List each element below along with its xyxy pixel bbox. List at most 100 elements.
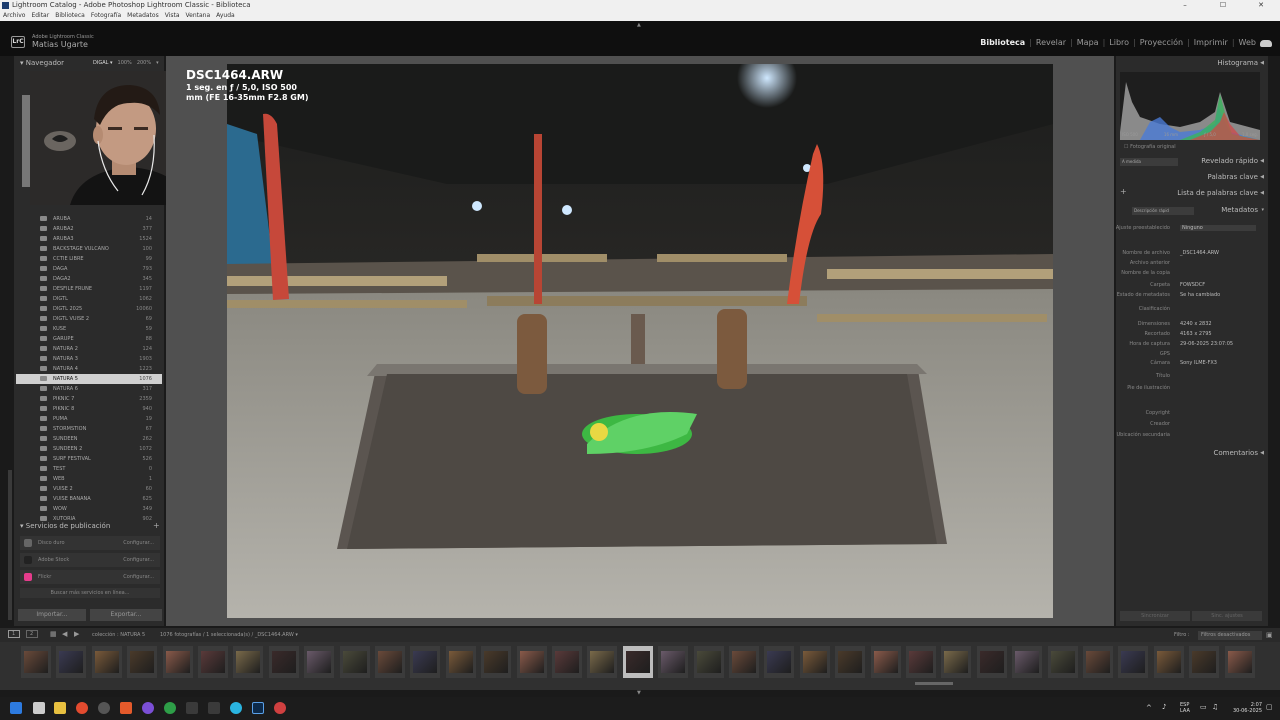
import-button[interactable]: Importar...	[18, 609, 86, 621]
menu-vista[interactable]: Vista	[165, 11, 180, 21]
folder-item[interactable]: NATURA 3 1903	[16, 354, 162, 364]
folder-item[interactable]: DIGTL VUISE 2 69	[16, 314, 162, 324]
filmstrip-scrollbar[interactable]	[915, 682, 953, 685]
folder-item[interactable]: STORMSTION 67	[16, 424, 162, 434]
menu-archivo[interactable]: Archivo	[3, 11, 25, 21]
app-icon-8[interactable]	[186, 702, 198, 714]
app-icon-12[interactable]	[274, 702, 286, 714]
folder-item[interactable]: NATURA 4 1223	[16, 364, 162, 374]
folder-item[interactable]: VUISE BANANA 625	[16, 494, 162, 504]
configure-link[interactable]: Configurar...	[123, 557, 154, 563]
module-imprimir[interactable]: Imprimir	[1194, 38, 1228, 47]
folder-item[interactable]: BACKSTAGE VULCANO 100	[16, 244, 162, 254]
menu-metadatos[interactable]: Metadatos	[127, 11, 159, 21]
folder-item[interactable]: NATURA 6 317	[16, 384, 162, 394]
filmstrip-thumbnail[interactable]	[445, 646, 476, 678]
folder-item[interactable]: PIKNIC 8 940	[16, 404, 162, 414]
folder-item[interactable]: DAGA2 345	[16, 274, 162, 284]
cloud-sync-icon[interactable]	[1260, 40, 1272, 47]
filmstrip-thumbnail[interactable]	[162, 646, 193, 678]
histogram-header[interactable]: Histograma	[1217, 59, 1258, 67]
zoom-more-option[interactable]: ▾	[156, 60, 159, 66]
filmstrip-thumbnail[interactable]	[799, 646, 830, 678]
network-icon[interactable]: ▭	[1200, 703, 1207, 711]
menu-biblioteca[interactable]: Biblioteca	[55, 11, 85, 21]
filmstrip-thumbnail[interactable]	[764, 646, 795, 678]
module-mapa[interactable]: Mapa	[1077, 38, 1099, 47]
metadata-value[interactable]: Sony ILME-FX3	[1180, 360, 1217, 366]
sync-metadata-button[interactable]: Sincronizar	[1120, 611, 1190, 621]
add-keyword-icon[interactable]: +	[1120, 187, 1127, 196]
filmstrip-thumbnail[interactable]	[941, 646, 972, 678]
grid-view-icon[interactable]: ▦	[50, 630, 57, 638]
filmstrip-thumbnail[interactable]	[976, 646, 1007, 678]
folder-item[interactable]: ARUBA 14	[16, 214, 162, 224]
collapse-triangle-icon[interactable]: ◀	[1260, 190, 1264, 196]
filmstrip-thumbnail[interactable]	[233, 646, 264, 678]
zoom-100-option[interactable]: 100%	[118, 60, 132, 66]
collapse-bottom-arrow-icon[interactable]: ▼	[637, 690, 641, 696]
publish-services-header[interactable]: ▾ Servicios de publicación	[20, 522, 110, 530]
keyword-list-header[interactable]: Lista de palabras clave	[1177, 189, 1258, 197]
previous-arrow-icon[interactable]: ◀	[62, 630, 67, 638]
lightroom-taskbar-icon[interactable]	[252, 702, 264, 714]
find-more-services-button[interactable]: Buscar más servicios en línea...	[20, 588, 160, 598]
brave-icon[interactable]	[120, 702, 132, 714]
publish-service-item[interactable]: Flickr Configurar...	[20, 570, 160, 584]
filmstrip-thumbnail[interactable]	[835, 646, 866, 678]
file-explorer-icon[interactable]	[54, 702, 66, 714]
filmstrip-thumbnail[interactable]	[198, 646, 228, 678]
menu-ventana[interactable]: Ventana	[186, 11, 211, 21]
menu-fotografia[interactable]: Fotografía	[91, 11, 121, 21]
folder-item[interactable]: DIGTL 2025 10060	[16, 304, 162, 314]
zoom-fit-option[interactable]: DIGAL ▾	[93, 60, 113, 66]
collapse-triangle-icon[interactable]: ◀	[1260, 158, 1264, 164]
language-indicator[interactable]: ESP LAA	[1180, 702, 1190, 714]
volume-icon[interactable]: ♫	[1212, 703, 1218, 711]
filter-select[interactable]: Filtros desactivados	[1198, 631, 1262, 640]
menu-ayuda[interactable]: Ayuda	[216, 11, 235, 21]
filmstrip-thumbnail[interactable]	[906, 646, 936, 678]
menu-editar[interactable]: Editar	[31, 11, 49, 21]
filter-lock-icon[interactable]: ▣	[1266, 631, 1273, 639]
metadata-value[interactable]: Se ha cambiado	[1180, 292, 1220, 298]
filmstrip-thumbnail[interactable]	[1083, 646, 1113, 678]
close-button[interactable]: ✕	[1242, 0, 1280, 11]
filmstrip-thumbnail[interactable]	[21, 646, 51, 678]
filmstrip-thumbnail[interactable]	[91, 646, 122, 678]
chrome-icon[interactable]	[76, 702, 88, 714]
original-photo-checkbox[interactable]: ☐ Fotografía original	[1124, 144, 1176, 150]
app-icon-4[interactable]	[98, 702, 110, 714]
folder-item[interactable]: PUMA 19	[16, 414, 162, 424]
configure-link[interactable]: Configurar...	[123, 574, 154, 580]
filmstrip-thumbnail[interactable]	[375, 646, 405, 678]
desktop-icon[interactable]	[33, 702, 45, 714]
add-publish-service-icon[interactable]: +	[153, 521, 160, 530]
clock[interactable]: 2:07 30-06-2025	[1226, 702, 1262, 714]
app-icon-6[interactable]	[142, 702, 154, 714]
filmstrip-thumbnail[interactable]	[339, 646, 370, 678]
module-revelar[interactable]: Revelar	[1036, 38, 1066, 47]
filmstrip-thumbnail[interactable]	[622, 646, 653, 678]
filmstrip-source[interactable]: colección : NATURA 5	[92, 632, 145, 638]
filmstrip-thumbnail[interactable]	[1224, 646, 1255, 678]
export-button[interactable]: Exportar...	[90, 609, 162, 621]
notifications-icon[interactable]: ▢	[1266, 703, 1273, 711]
folder-item[interactable]: NATURA 2 124	[16, 344, 162, 354]
filmstrip-thumbnail[interactable]	[587, 646, 618, 678]
filmstrip-thumbnail[interactable]	[127, 646, 158, 678]
folder-item[interactable]: VUISE 2 60	[16, 484, 162, 494]
folder-item[interactable]: GARUPE 88	[16, 334, 162, 344]
folder-item[interactable]: SURF FESTIVAL 526	[16, 454, 162, 464]
quick-develop-header[interactable]: Revelado rápido	[1201, 157, 1258, 165]
filmstrip-thumbnail[interactable]	[552, 646, 582, 678]
main-photo[interactable]	[227, 64, 1053, 618]
module-proyeccion[interactable]: Proyección	[1140, 38, 1183, 47]
folder-item[interactable]: DIGTL 1062	[16, 294, 162, 304]
module-web[interactable]: Web	[1239, 38, 1256, 47]
folder-item[interactable]: CCTIE LIBRE 99	[16, 254, 162, 264]
filmstrip-thumbnail[interactable]	[1118, 646, 1149, 678]
metadata-value[interactable]: 29-06-2025 23:07:05	[1180, 341, 1233, 347]
filmstrip-thumbnail[interactable]	[268, 646, 299, 678]
meta-preset-value[interactable]: Ninguno	[1180, 225, 1256, 231]
